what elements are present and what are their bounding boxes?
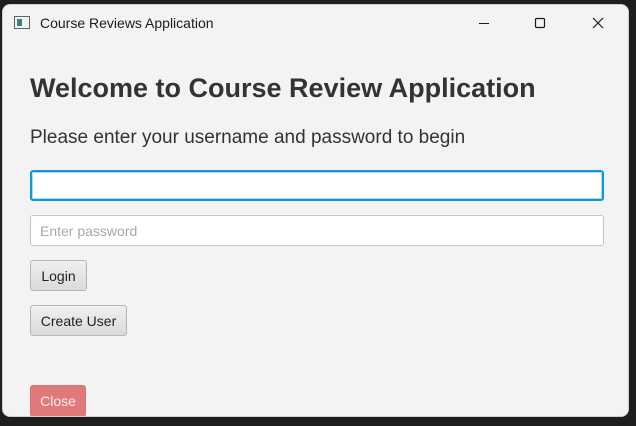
username-input[interactable] xyxy=(30,170,604,201)
minimize-button[interactable] xyxy=(461,5,507,41)
maximize-button[interactable] xyxy=(517,5,563,41)
application-window: Course Reviews Application Welcome to Co… xyxy=(2,4,629,417)
window-title: Course Reviews Application xyxy=(40,15,214,31)
password-input[interactable] xyxy=(30,215,604,246)
minimize-icon xyxy=(479,23,489,24)
close-icon xyxy=(592,17,604,29)
title-bar[interactable]: Course Reviews Application xyxy=(3,5,628,43)
close-button[interactable]: Close xyxy=(30,385,86,416)
login-form: Welcome to Course Review Application Ple… xyxy=(3,43,628,416)
instructions-text: Please enter your username and password … xyxy=(30,127,466,148)
app-window-icon xyxy=(14,16,30,29)
page-title: Welcome to Course Review Application xyxy=(30,73,536,103)
close-window-button[interactable] xyxy=(575,5,621,41)
login-button[interactable]: Login xyxy=(30,260,87,291)
maximize-icon xyxy=(534,17,546,29)
create-user-button[interactable]: Create User xyxy=(30,305,127,336)
